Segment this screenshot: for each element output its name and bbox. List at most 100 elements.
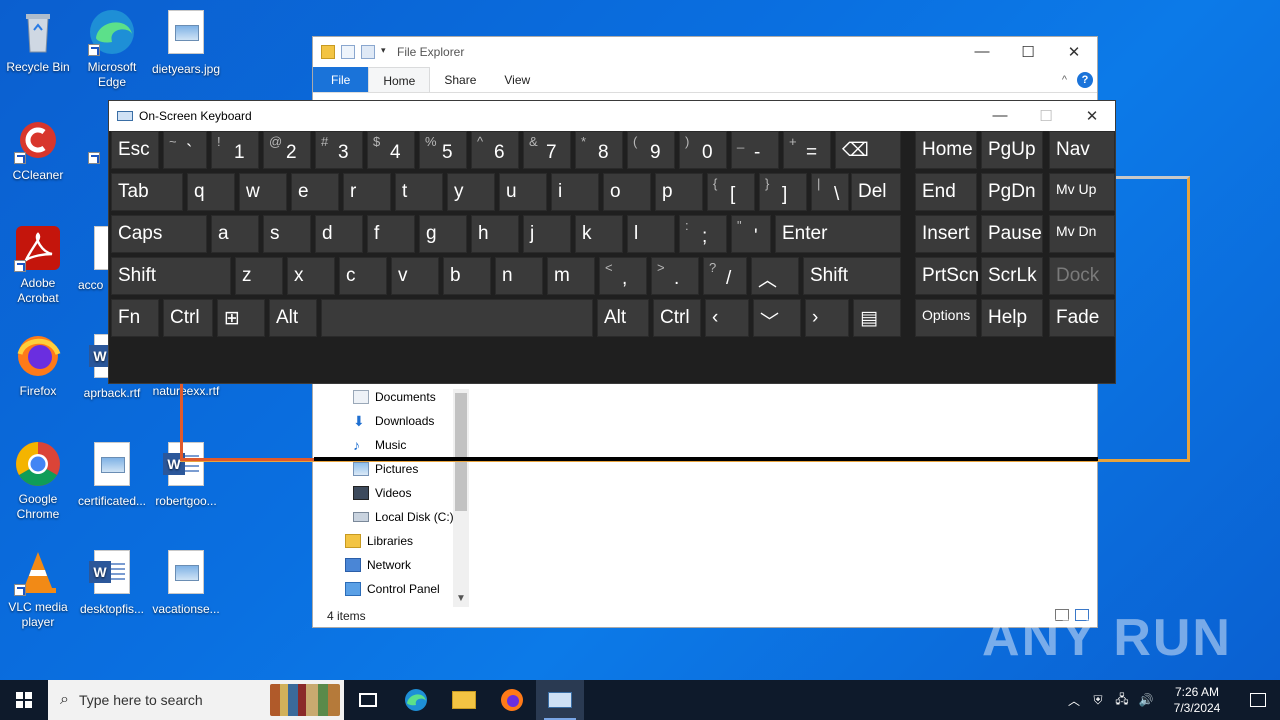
key-minus[interactable]: _ - (731, 131, 779, 169)
key-k[interactable]: k (575, 215, 623, 253)
key-left-shift[interactable]: Shift (111, 257, 231, 295)
key-d[interactable]: d (315, 215, 363, 253)
key-w[interactable]: w (239, 173, 287, 211)
key-u[interactable]: u (499, 173, 547, 211)
key-g[interactable]: g (419, 215, 467, 253)
key-period[interactable]: >. (651, 257, 699, 295)
key-end[interactable]: End (915, 173, 977, 211)
key-i[interactable]: i (551, 173, 599, 211)
key-semicolon[interactable]: :; (679, 215, 727, 253)
key-p[interactable]: p (655, 173, 703, 211)
key-del[interactable]: Del (851, 173, 901, 211)
notifications-button[interactable] (1236, 680, 1280, 720)
key-f[interactable]: f (367, 215, 415, 253)
key-options[interactable]: Options (915, 299, 977, 337)
key-prtscn[interactable]: PrtScn (915, 257, 979, 295)
tab-file[interactable]: File (313, 67, 369, 92)
key-tilde[interactable]: ~ ` (163, 131, 207, 169)
expand-ribbon-icon[interactable]: ^ (1062, 74, 1067, 86)
key-enter[interactable]: Enter (775, 215, 901, 253)
nav-item-downloads[interactable]: ⬇ Downloads (313, 409, 469, 433)
key-l[interactable]: l (627, 215, 675, 253)
key-j[interactable]: j (523, 215, 571, 253)
taskbar-on-screen-keyboard[interactable] (536, 680, 584, 720)
close-button[interactable]: ✕ (1051, 43, 1097, 61)
key-left-ctrl[interactable]: Ctrl (163, 299, 213, 337)
key-nav[interactable]: Nav (1049, 131, 1115, 169)
new-folder-icon[interactable] (361, 45, 375, 59)
taskbar-edge[interactable] (392, 680, 440, 720)
volume-icon[interactable]: 🔊 (1134, 693, 1158, 707)
close-button[interactable]: ✕ (1069, 107, 1115, 125)
key-0[interactable]: ) 0 (679, 131, 727, 169)
taskbar-file-explorer[interactable] (440, 680, 488, 720)
desktop-icon-vlc[interactable]: VLC media player (0, 548, 76, 630)
desktop-icon-microsoft-edge[interactable]: Microsoft Edge (74, 8, 150, 90)
key-q[interactable]: q (187, 173, 235, 211)
desktop-icon-vacationse[interactable]: vacationse... (148, 548, 224, 617)
key-h[interactable]: h (471, 215, 519, 253)
key-y[interactable]: y (447, 173, 495, 211)
key-z[interactable]: z (235, 257, 283, 295)
nav-item-network[interactable]: Network (313, 553, 469, 577)
desktop-icon-firefox[interactable]: Firefox (0, 332, 76, 399)
minimize-button[interactable]: — (977, 107, 1023, 125)
key-pgup[interactable]: PgUp (981, 131, 1043, 169)
show-hidden-icons-chevron-icon[interactable]: ︿ (1062, 692, 1086, 709)
desktop-icon-google-chrome[interactable]: Google Chrome (0, 440, 76, 522)
network-icon[interactable]: 🖧 (1110, 690, 1134, 711)
key-mv-dn[interactable]: Mv Dn (1049, 215, 1115, 253)
tab-home[interactable]: Home (368, 67, 431, 92)
key-o[interactable]: o (603, 173, 651, 211)
key-right-ctrl[interactable]: Ctrl (653, 299, 701, 337)
key-arrow-left[interactable]: ‹ (705, 299, 749, 337)
key-backslash[interactable]: | \ (811, 173, 849, 211)
key-pause[interactable]: Pause (981, 215, 1043, 253)
key-left-bracket[interactable]: {[ (707, 173, 755, 211)
desktop-icon-desktopfis[interactable]: W desktopfis... (74, 548, 150, 617)
clock[interactable]: 7:26 AM 7/3/2024 (1158, 684, 1236, 716)
key-caps[interactable]: Caps (111, 215, 207, 253)
nav-item-music[interactable]: ♪ Music (313, 433, 469, 457)
desktop-icon-adobe-acrobat[interactable]: Adobe Acrobat (0, 224, 76, 306)
key-fade[interactable]: Fade (1049, 299, 1115, 337)
key-space[interactable] (321, 299, 593, 337)
key-x[interactable]: x (287, 257, 335, 295)
key-right-shift[interactable]: Shift (803, 257, 901, 295)
nav-item-control-panel[interactable]: Control Panel (313, 577, 469, 601)
taskbar-search-box[interactable]: ⌕ Type here to search (48, 680, 344, 720)
key-right-bracket[interactable]: }] (759, 173, 807, 211)
key-comma[interactable]: <, (599, 257, 647, 295)
key-arrow-down[interactable]: ﹀ (753, 299, 801, 337)
key-a[interactable]: a (211, 215, 259, 253)
key-arrow-right[interactable]: › (805, 299, 849, 337)
security-icon[interactable]: ⛨ (1086, 693, 1110, 708)
key-v[interactable]: v (391, 257, 439, 295)
help-icon[interactable]: ? (1077, 71, 1093, 88)
key-menu[interactable]: ▤ (853, 299, 901, 337)
desktop-icon-robertgoo[interactable]: W robertgoo... (148, 440, 224, 509)
key-quote[interactable]: " ' (731, 215, 771, 253)
key-equals[interactable]: + = (783, 131, 831, 169)
key-arrow-up[interactable]: ︿ (751, 257, 799, 295)
key-scrlk[interactable]: ScrLk (981, 257, 1043, 295)
tab-view[interactable]: View (490, 67, 544, 92)
desktop-icon-ccleaner[interactable]: CCleaner (0, 116, 76, 183)
key-right-alt[interactable]: Alt (597, 299, 649, 337)
desktop-icon-dietyears[interactable]: dietyears.jpg (148, 8, 224, 77)
key-1[interactable]: ! 1 (211, 131, 259, 169)
task-view-button[interactable] (344, 680, 392, 720)
key-3[interactable]: #3 (315, 131, 363, 169)
key-tab[interactable]: Tab (111, 173, 183, 211)
tab-share[interactable]: Share (430, 67, 490, 92)
key-fn[interactable]: Fn (111, 299, 159, 337)
key-7[interactable]: & 7 (523, 131, 571, 169)
key-backspace[interactable]: ⌫ (835, 131, 901, 169)
taskbar-firefox[interactable] (488, 680, 536, 720)
start-button[interactable] (0, 680, 48, 720)
key-9[interactable]: (9 (627, 131, 675, 169)
desktop-icon-recycle-bin[interactable]: Recycle Bin (0, 8, 76, 75)
key-home[interactable]: Home (915, 131, 977, 169)
key-8[interactable]: * 8 (575, 131, 623, 169)
key-5[interactable]: % 5 (419, 131, 467, 169)
